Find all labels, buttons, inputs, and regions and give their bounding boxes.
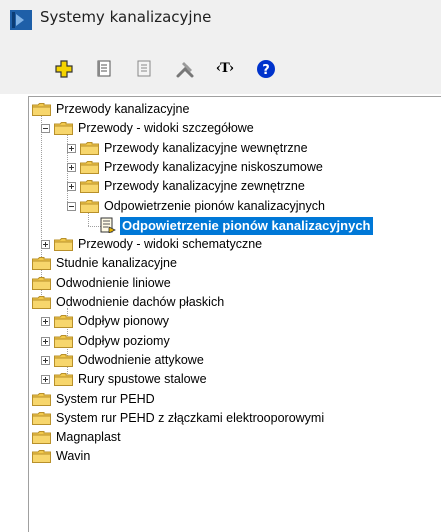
folder-icon xyxy=(32,411,51,425)
folder-icon xyxy=(32,392,51,406)
expand-icon[interactable] xyxy=(41,336,50,346)
folder-icon xyxy=(80,160,99,174)
properties-button[interactable] xyxy=(93,58,115,80)
collapse-icon[interactable] xyxy=(41,124,50,134)
svg-text:?: ? xyxy=(262,63,270,78)
folder-icon xyxy=(32,257,51,271)
tree-item[interactable]: Odpływ pionowy xyxy=(29,312,441,331)
tree-item-label: Odpowietrzenie pionów kanalizacyjnych xyxy=(104,198,325,213)
tree-view[interactable]: Przewody kanalizacyjne Przewody - widoki … xyxy=(28,96,441,532)
text-format-button[interactable]: ‹T› xyxy=(212,58,238,80)
folder-icon xyxy=(54,373,73,387)
tree-item-label: Magnaplast xyxy=(56,430,121,445)
tree-item-label: Przewody - widoki schematyczne xyxy=(78,237,263,252)
title-bar: Systemy kanalizacyjne xyxy=(0,0,441,36)
folder-icon xyxy=(32,450,51,464)
tree-item[interactable]: Odwodnienie dachów płaskich xyxy=(29,293,441,312)
folder-icon xyxy=(54,238,73,252)
app-icon xyxy=(10,10,32,30)
tools-button[interactable] xyxy=(174,58,196,80)
notes-icon xyxy=(137,60,151,77)
tree-item-label: Rury spustowe stalowe xyxy=(78,372,207,387)
tree-item[interactable]: Przewody kanalizacyjne wewnętrzne xyxy=(29,139,441,158)
tree-item-label: Wavin xyxy=(56,449,91,464)
tree-item[interactable]: System rur PEHD z złączkami elektrooporo… xyxy=(29,409,441,428)
tree-item[interactable]: Odpływ poziomy xyxy=(29,332,441,351)
document-icon xyxy=(100,217,119,234)
tools-icon xyxy=(176,62,194,78)
folder-icon xyxy=(80,180,99,194)
tree-item[interactable]: Odpowietrzenie pionów kanalizacyjnych xyxy=(29,197,441,216)
tree-item[interactable]: Studnie kanalizacyjne xyxy=(29,254,441,273)
tree-item-label: Studnie kanalizacyjne xyxy=(56,256,177,271)
toolbar: ‹T› ? xyxy=(0,36,441,94)
expand-icon[interactable] xyxy=(67,182,76,192)
tree-item[interactable]: Przewody - widoki szczegółowe xyxy=(29,119,441,138)
folder-icon xyxy=(80,141,99,155)
tree-item[interactable]: Przewody kanalizacyjne xyxy=(29,100,441,119)
expand-icon[interactable] xyxy=(41,355,50,365)
tree-item-label: Odpływ poziomy xyxy=(78,333,170,348)
tree-item-label: Odwodnienie dachów płaskich xyxy=(56,295,225,309)
folder-icon xyxy=(32,276,51,290)
tree-item-label: Przewody kanalizacyjne niskoszumowe xyxy=(104,159,323,174)
text-icon: ‹T› xyxy=(215,61,235,76)
folder-icon xyxy=(54,334,73,348)
help-button[interactable]: ? xyxy=(255,58,277,80)
tree-item[interactable]: Odwodnienie attykowe xyxy=(29,351,441,370)
tree-item[interactable]: Wavin xyxy=(29,447,441,466)
tree-item[interactable]: Przewody - widoki schematyczne xyxy=(29,235,441,254)
help-icon: ? xyxy=(257,60,275,78)
tree-item[interactable]: Przewody kanalizacyjne niskoszumowe xyxy=(29,158,441,177)
tree-item-label: Przewody kanalizacyjne wewnętrzne xyxy=(104,140,308,155)
tree-item[interactable]: Przewody kanalizacyjne zewnętrzne xyxy=(29,177,441,196)
add-icon xyxy=(55,60,73,78)
tree-item-label: Przewody kanalizacyjne xyxy=(56,102,190,116)
tree-item-label: Odpływ pionowy xyxy=(78,314,170,329)
folder-icon xyxy=(32,103,51,116)
expand-icon[interactable] xyxy=(67,143,76,153)
folder-icon xyxy=(32,296,51,309)
add-button[interactable] xyxy=(53,58,75,80)
notes-button[interactable] xyxy=(133,58,155,80)
tree-item-selected[interactable]: Odpowietrzenie pionów kanalizacyjnych xyxy=(29,216,441,235)
folder-icon xyxy=(54,315,73,329)
tree-item-label: Przewody - widoki szczegółowe xyxy=(78,121,254,136)
tree-item[interactable]: Rury spustowe stalowe xyxy=(29,370,441,389)
folder-icon xyxy=(54,353,73,367)
tree-item-label: System rur PEHD xyxy=(56,391,155,406)
tree-item[interactable]: Magnaplast xyxy=(29,428,441,447)
tree-item[interactable]: Odwodnienie liniowe xyxy=(29,274,441,293)
folder-icon xyxy=(32,431,51,445)
tree-item-label: Odpowietrzenie pionów kanalizacyjnych xyxy=(120,216,373,235)
folder-icon xyxy=(54,122,73,136)
tree-item[interactable]: System rur PEHD xyxy=(29,390,441,409)
tree-item-label: Przewody kanalizacyjne zewnętrzne xyxy=(104,179,305,194)
expand-icon[interactable] xyxy=(41,317,50,327)
collapse-icon[interactable] xyxy=(67,201,76,211)
folder-icon xyxy=(80,199,99,213)
tree-item-label: Odwodnienie attykowe xyxy=(78,352,204,367)
tree-item-label: Odwodnienie liniowe xyxy=(56,275,171,290)
expand-icon[interactable] xyxy=(41,375,50,385)
expand-icon[interactable] xyxy=(67,162,76,172)
tree-item-label: System rur PEHD z złączkami elektrooporo… xyxy=(56,410,325,425)
expand-icon[interactable] xyxy=(41,240,50,250)
window-title: Systemy kanalizacyjne xyxy=(40,8,212,26)
document-icon xyxy=(97,60,111,77)
